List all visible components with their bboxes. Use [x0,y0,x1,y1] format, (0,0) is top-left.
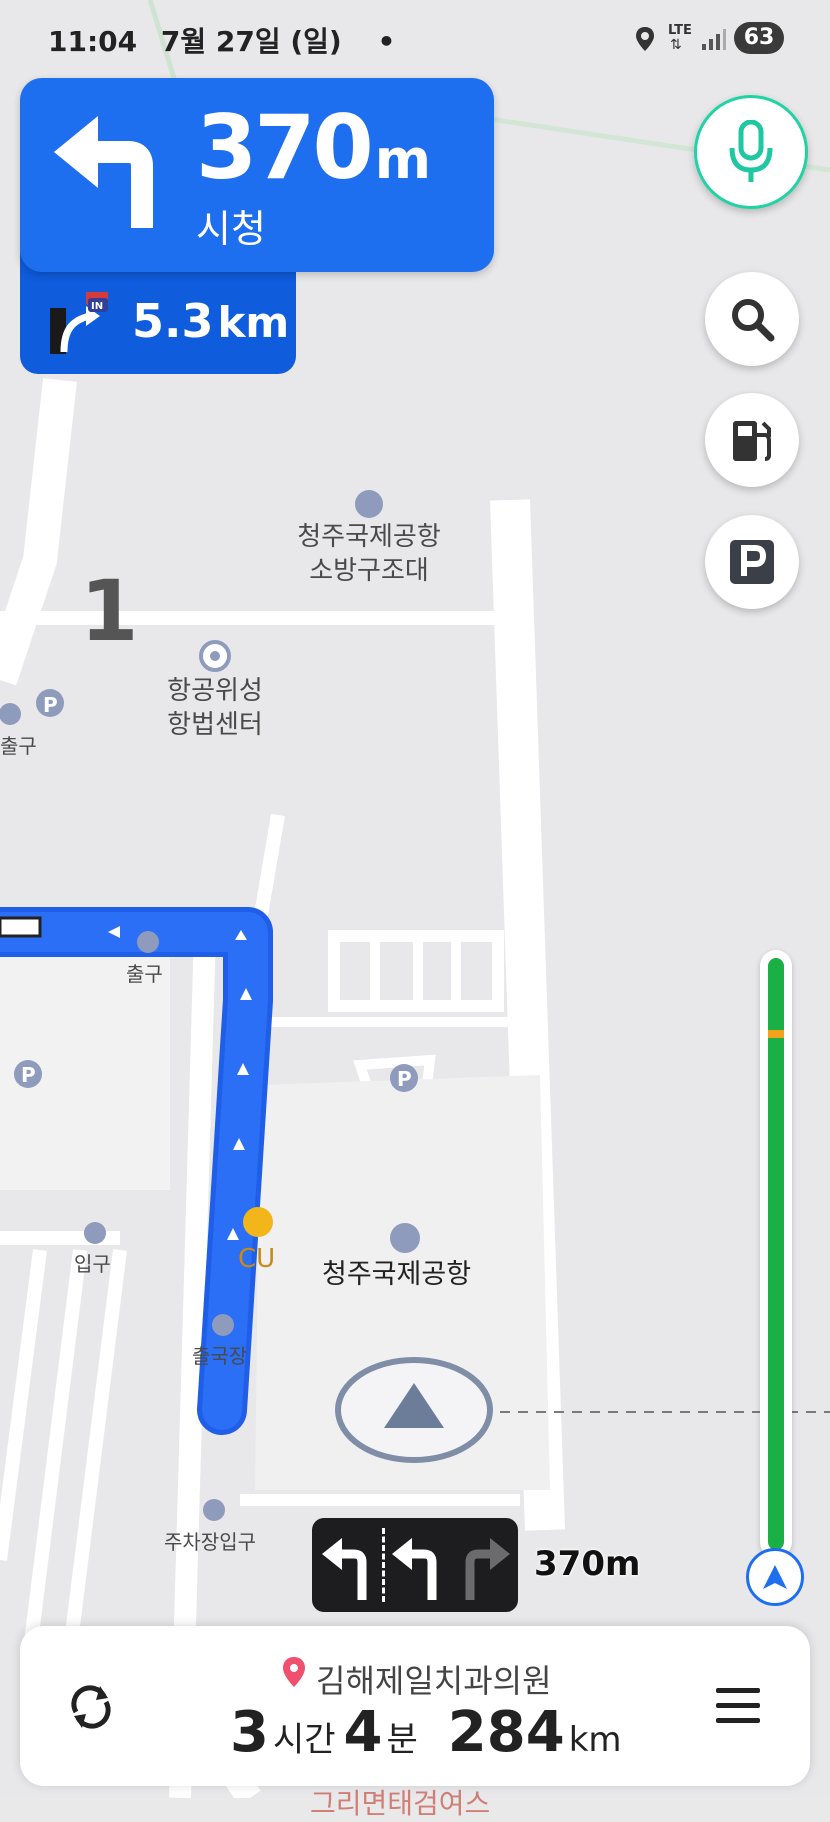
label-satellite-center: 항공위성 항법센터 [140,674,290,742]
label-exit-left: 출구 [0,734,37,758]
lane-divider [382,1528,385,1602]
next-maneuver-distance: 5.3km [132,294,289,348]
gas-pump-icon [733,421,771,461]
battery-indicator: 63 [734,22,784,54]
traffic-free-segment [768,958,784,1550]
status-bar: 11:04 7월 27일 (일) • LTE ⇅ 63 [0,0,830,76]
eta-hours: 3 [230,1700,269,1765]
traffic-current-position [746,1548,804,1606]
network-arrows-icon: ⇅ [670,37,682,53]
gas-station-button[interactable] [705,393,799,487]
microphone-icon [729,120,773,182]
lane-distance: 370m [534,1544,641,1584]
eta-minutes-unit: 분 [386,1720,418,1760]
parking-button[interactable] [705,515,799,609]
traffic-progress-bar [760,950,792,1558]
label-departure: 출국장 [192,1344,248,1368]
route-summary-bar[interactable]: 김해제일치과의원 3 시간 4 분 284 km [20,1626,810,1786]
signal-icon [702,29,726,50]
label-airport: 청주국제공항 [322,1259,472,1290]
navigation-arrow-icon [763,1565,787,1589]
status-time: 11:04 [48,25,138,58]
network-label: LTE [668,23,692,38]
eta-hours-unit: 시간 [272,1720,336,1760]
status-date: 7월 27일 (일) [160,25,342,58]
label-fire-station-line1: 청주국제공항 [297,522,441,552]
search-button[interactable] [705,272,799,366]
label-parking-entrance: 주차장입구 [164,1530,256,1554]
svg-text:P: P [21,1063,36,1087]
highway-entrance-icon: IN [50,292,108,354]
label-entrance: 입구 [74,1252,111,1276]
turn-distance: 370m [196,96,431,199]
destination-pin-icon [283,1657,305,1687]
map-underlying-label: 그리면태검여스 [310,1787,491,1820]
destination-name[interactable]: 김해제일치과의원 [316,1656,552,1702]
parking-icon [730,540,774,584]
menu-icon[interactable] [716,1686,760,1726]
label-cu-store: CU [238,1244,276,1274]
status-time-date: 11:04 7월 27일 (일) • [48,20,395,60]
traffic-slow-segment [768,1030,784,1038]
highway-badge: IN [91,301,103,312]
lane-guidance [312,1518,518,1612]
svg-text:P: P [43,693,58,717]
label-satellite-center-line1: 항공위성 [167,676,263,706]
turn-distance-unit: m [374,128,431,191]
label-satellite-center-line2: 항법센터 [167,710,263,740]
status-dot: • [377,25,396,58]
voice-assistant-button[interactable] [694,95,808,209]
turn-distance-value: 370 [196,96,374,199]
turn-left-arrow-icon [54,116,153,228]
lane-right-arrow-icon [465,1538,510,1600]
remaining-distance-unit: km [568,1720,622,1760]
eta-minutes: 4 [343,1700,383,1765]
label-fire-station-line2: 소방구조대 [309,556,429,586]
remaining-distance: 284 [447,1700,565,1765]
lane-left-arrow-icon [392,1538,437,1600]
turn-guidance-card[interactable]: 370m 시청 [20,78,494,272]
label-exit-top: 출구 [126,962,163,986]
map-number-label: 1 [80,562,138,660]
next-distance-value: 5.3 [132,294,214,348]
label-fire-station: 청주국제공항 소방구조대 [284,520,454,588]
lane-left-arrow-icon [322,1538,367,1600]
eta-summary: 3 시간 4 분 284 km [230,1700,630,1765]
location-icon [636,27,654,51]
search-icon [732,299,775,342]
next-distance-unit: km [217,298,290,347]
turn-street-name: 시청 [196,207,266,251]
reroute-icon[interactable] [66,1682,116,1732]
svg-text:P: P [397,1067,412,1091]
